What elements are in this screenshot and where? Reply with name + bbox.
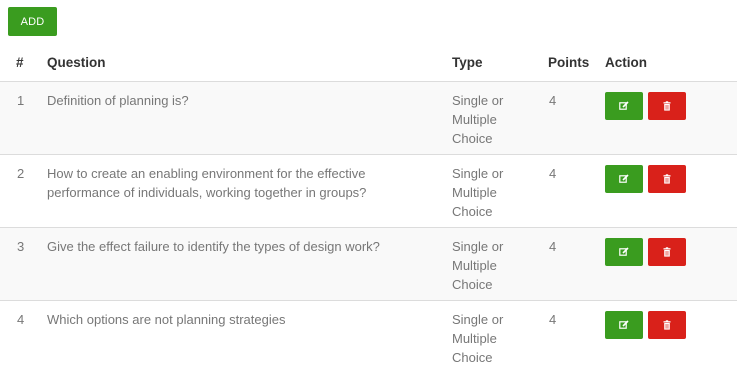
row-question: Which options are not planning strategie… — [47, 312, 286, 327]
header-number: # — [16, 55, 24, 70]
table-header: # Question Type Points Action — [0, 44, 737, 82]
header-action: Action — [605, 55, 647, 70]
row-number: 3 — [17, 239, 25, 254]
header-points: Points — [548, 55, 590, 70]
edit-button[interactable] — [605, 92, 643, 120]
row-type: Single or Multiple Choice — [452, 239, 504, 292]
row-number: 2 — [17, 166, 25, 181]
row-points: 4 — [549, 239, 557, 254]
row-number: 1 — [17, 93, 25, 108]
table-row: 4 Which options are not planning strateg… — [0, 301, 737, 373]
delete-button[interactable] — [648, 311, 686, 339]
row-points: 4 — [549, 93, 557, 108]
trash-icon — [663, 247, 671, 257]
header-type: Type — [452, 55, 483, 70]
row-type: Single or Multiple Choice — [452, 312, 504, 365]
row-type: Single or Multiple Choice — [452, 166, 504, 219]
row-type: Single or Multiple Choice — [452, 93, 504, 146]
edit-button[interactable] — [605, 238, 643, 266]
delete-button[interactable] — [648, 92, 686, 120]
delete-button[interactable] — [648, 238, 686, 266]
add-button[interactable]: ADD — [8, 7, 57, 36]
edit-button[interactable] — [605, 165, 643, 193]
table-row: 1 Definition of planning is? Single or M… — [0, 82, 737, 155]
row-question: How to create an enabling environment fo… — [47, 166, 367, 200]
row-points: 4 — [549, 166, 557, 181]
edit-icon — [619, 174, 629, 183]
table-row: 2 How to create an enabling environment … — [0, 155, 737, 228]
table-row: 3 Give the effect failure to identify th… — [0, 228, 737, 301]
edit-icon — [619, 247, 629, 256]
edit-icon — [619, 320, 629, 329]
row-points: 4 — [549, 312, 557, 327]
trash-icon — [663, 174, 671, 184]
trash-icon — [663, 101, 671, 111]
row-number: 4 — [17, 312, 25, 327]
trash-icon — [663, 320, 671, 330]
row-question: Give the effect failure to identify the … — [47, 239, 380, 254]
row-question: Definition of planning is? — [47, 93, 189, 108]
header-question: Question — [47, 55, 106, 70]
delete-button[interactable] — [648, 165, 686, 193]
edit-icon — [619, 101, 629, 110]
edit-button[interactable] — [605, 311, 643, 339]
